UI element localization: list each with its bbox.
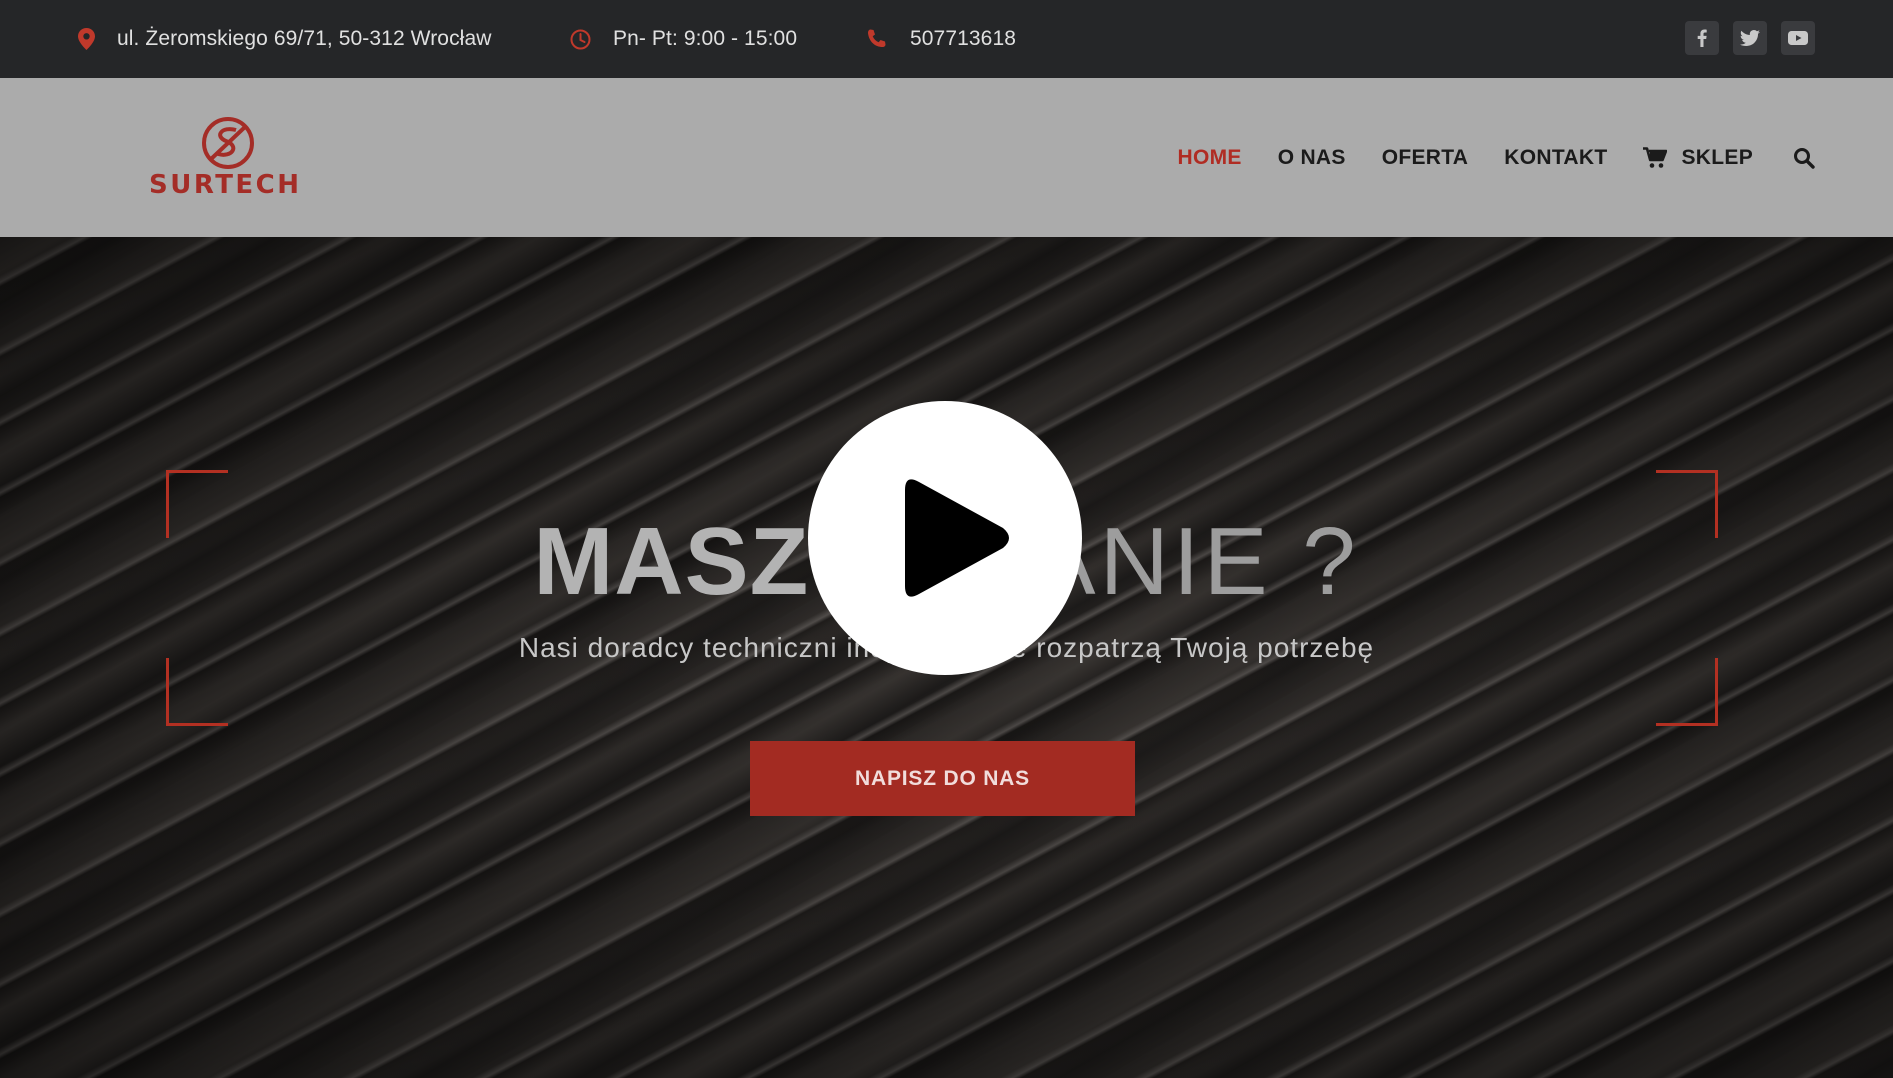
map-pin-icon [78,28,95,50]
social-links [1685,21,1815,55]
youtube-icon [1788,31,1808,45]
frame-corner-bottom-left [166,658,228,726]
play-video-button[interactable] [808,401,1082,675]
contact-us-button[interactable]: NAPISZ DO NAS [750,741,1135,816]
hero-section: MASZ PYTANIE ? Nasi doradcy techniczni i… [0,237,1893,1078]
nav-contact[interactable]: KONTAKT [1504,146,1607,170]
twitter-icon [1740,30,1760,46]
search-button[interactable] [1793,147,1815,169]
nav-shop[interactable]: SKLEP [1643,146,1753,170]
address-text: ul. Żeromskiego 69/71, 50-312 Wrocław [117,27,492,50]
cart-icon [1643,146,1668,168]
nav-offer[interactable]: OFERTA [1382,146,1469,170]
top-bar: ul. Żeromskiego 69/71, 50-312 Wrocław Pn… [0,0,1893,78]
nav-home[interactable]: HOME [1177,146,1241,170]
logo-mark-icon [202,117,254,169]
phone-icon [868,29,886,47]
site-header: SURTECH HOME O NAS OFERTA KONTAKT SKLEP [0,78,1893,237]
phone-text: 507713618 [910,27,1017,50]
logo-text: SURTECH [149,170,302,200]
frame-corner-bottom-right [1656,658,1718,726]
facebook-icon [1697,29,1707,47]
hours-info: Pn- Pt: 9:00 - 15:00 [570,0,797,78]
main-nav: HOME O NAS OFERTA KONTAKT SKLEP [1141,78,1815,237]
hero-headline-bold: MASZ [533,508,810,615]
search-icon [1794,147,1815,169]
nav-shop-label: SKLEP [1681,145,1753,169]
youtube-link[interactable] [1781,21,1815,55]
twitter-link[interactable] [1733,21,1767,55]
facebook-link[interactable] [1685,21,1719,55]
address-info: ul. Żeromskiego 69/71, 50-312 Wrocław [78,0,492,78]
clock-icon [570,29,591,49]
hours-text: Pn- Pt: 9:00 - 15:00 [613,27,798,50]
logo[interactable]: SURTECH [148,116,308,200]
nav-about[interactable]: O NAS [1278,146,1346,170]
phone-info[interactable]: 507713618 [866,0,1016,78]
play-icon [905,479,1009,597]
